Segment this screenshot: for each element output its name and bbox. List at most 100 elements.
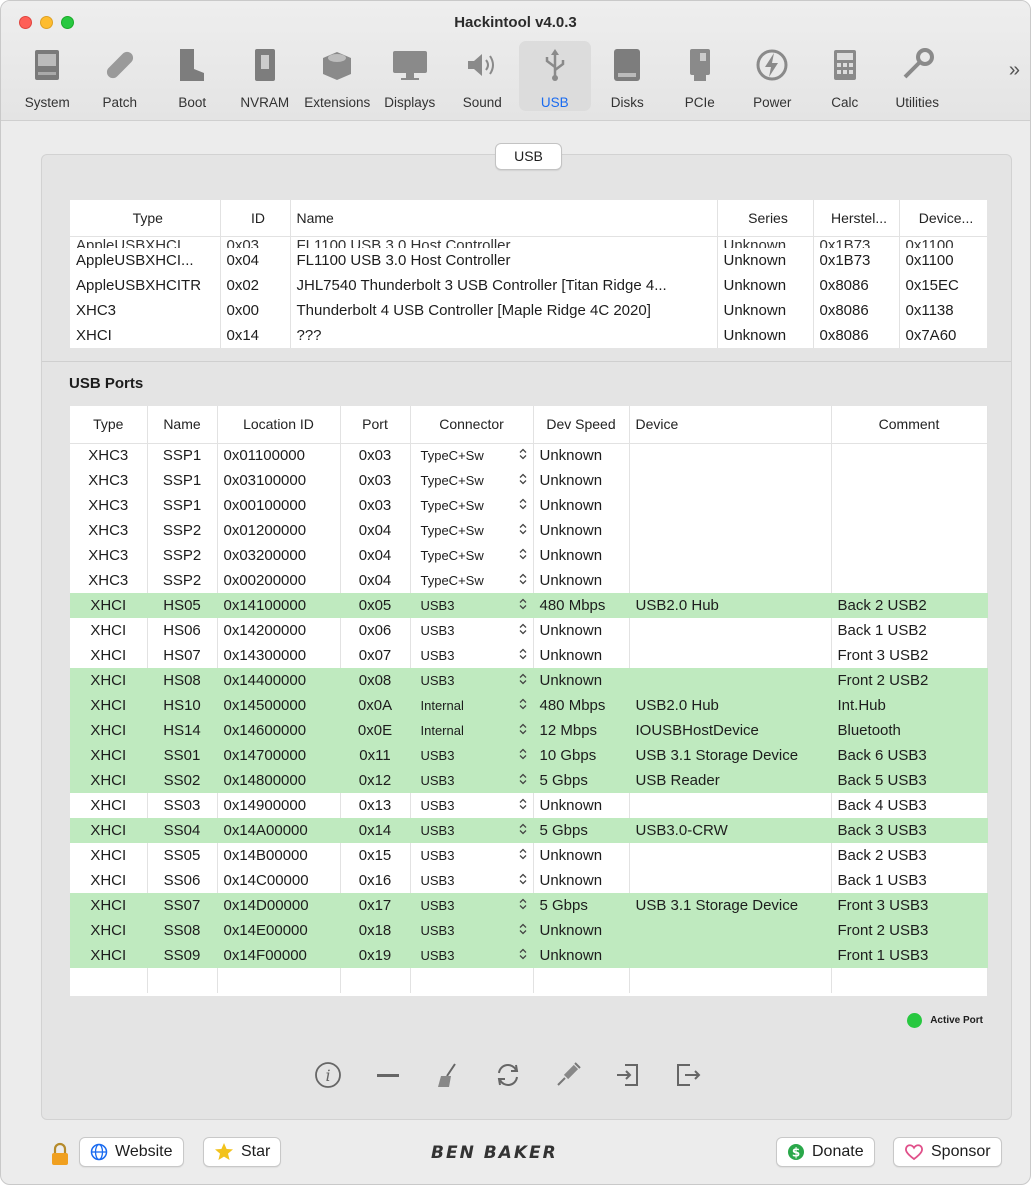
connector-select[interactable]: TypeC+Sw bbox=[410, 518, 534, 543]
connector-select[interactable]: USB3 bbox=[410, 818, 534, 843]
table-row[interactable]: XHC3 SSP2 0x03200000 0x04 TypeC+Sw Unknown bbox=[70, 543, 988, 568]
ports-column-header[interactable]: Comment bbox=[831, 406, 988, 444]
controllers-column-header[interactable]: Herstel... bbox=[813, 200, 900, 237]
sponsor-button[interactable]: Sponsor bbox=[893, 1137, 1002, 1167]
connector-select[interactable]: TypeC+Sw bbox=[410, 543, 534, 568]
connector-select[interactable]: USB3 bbox=[410, 793, 534, 818]
connector-select[interactable]: Internal bbox=[410, 718, 534, 743]
table-cell: SS05 bbox=[147, 843, 218, 868]
table-row[interactable]: XHCI SS01 0x14700000 0x11 USB3 10 Gbps USB 3.1… bbox=[70, 743, 988, 768]
injector-icon[interactable] bbox=[548, 1055, 588, 1095]
toolbar-item-patch[interactable]: Patch bbox=[84, 41, 157, 111]
table-row[interactable]: AppleUSBXHCI... 0x03 FL1100 USB 3.0 Host C… bbox=[70, 236, 987, 248]
connector-select[interactable]: TypeC+Sw bbox=[410, 468, 534, 493]
table-cell: IOUSBHostDevice bbox=[629, 718, 832, 743]
info-icon[interactable]: i bbox=[308, 1055, 348, 1095]
refresh-icon[interactable] bbox=[488, 1055, 528, 1095]
table-row[interactable]: XHCI SS06 0x14C00000 0x16 USB3 Unknown Back 1 … bbox=[70, 868, 988, 893]
table-cell: XHCI bbox=[70, 668, 148, 693]
table-row[interactable]: XHCI 0x14??? Unknown 0x8086 0x7A60 bbox=[70, 323, 987, 348]
toolbar-item-displays[interactable]: Displays bbox=[374, 41, 447, 111]
lock-icon[interactable] bbox=[49, 1142, 71, 1171]
table-row[interactable]: XHCI SS04 0x14A00000 0x14 USB3 5 Gbps USB3.0-C… bbox=[70, 818, 988, 843]
connector-select[interactable]: Internal bbox=[410, 693, 534, 718]
table-row[interactable]: XHCI HS06 0x14200000 0x06 USB3 Unknown Back 1 … bbox=[70, 618, 988, 643]
ports-column-header[interactable]: Port bbox=[340, 406, 411, 444]
toolbar-item-utilities[interactable]: Utilities bbox=[881, 41, 954, 111]
table-row[interactable]: XHCI SS07 0x14D00000 0x17 USB3 5 Gbps USB 3.1 … bbox=[70, 893, 988, 918]
table-row[interactable]: XHCI HS14 0x14600000 0x0E Internal 12 Mbps IOU… bbox=[70, 718, 988, 743]
table-cell: SS04 bbox=[147, 818, 218, 843]
website-button[interactable]: Website bbox=[79, 1137, 184, 1167]
usb-tab[interactable]: USB bbox=[495, 143, 562, 170]
controllers-column-header[interactable]: ID bbox=[220, 200, 291, 237]
ports-column-header[interactable]: Device bbox=[629, 406, 832, 444]
table-row[interactable]: XHC3 SSP2 0x01200000 0x04 TypeC+Sw Unknown bbox=[70, 518, 988, 543]
export-icon[interactable] bbox=[668, 1055, 708, 1095]
connector-select[interactable]: USB3 bbox=[410, 943, 534, 968]
ports-column-header[interactable]: Name bbox=[147, 406, 218, 444]
table-row[interactable]: XHCI SS05 0x14B00000 0x15 USB3 Unknown Back 2 … bbox=[70, 843, 988, 868]
toolbar-item-calc[interactable]: Calc bbox=[809, 41, 882, 111]
connector-select[interactable]: USB3 bbox=[410, 893, 534, 918]
broom-icon[interactable] bbox=[428, 1055, 468, 1095]
table-row[interactable]: XHCI HS08 0x14400000 0x08 USB3 Unknown Front 2… bbox=[70, 668, 988, 693]
donate-button[interactable]: $ Donate bbox=[776, 1137, 875, 1167]
controllers-column-header[interactable]: Type bbox=[70, 200, 221, 237]
connector-select[interactable]: TypeC+Sw bbox=[410, 443, 534, 468]
table-row[interactable]: XHCI HS05 0x14100000 0x05 USB3 480 Mbps USB2.0… bbox=[70, 593, 988, 618]
connector-select[interactable]: TypeC+Sw bbox=[410, 493, 534, 518]
table-cell: 0x14B00000 bbox=[217, 843, 341, 868]
connector-select[interactable]: USB3 bbox=[410, 918, 534, 943]
table-row[interactable]: XHC3 SSP1 0x03100000 0x03 TypeC+Sw Unknown bbox=[70, 468, 988, 493]
table-row[interactable]: XHCI HS10 0x14500000 0x0A Internal 480 Mbps US… bbox=[70, 693, 988, 718]
table-cell bbox=[147, 968, 218, 993]
connector-select[interactable]: USB3 bbox=[410, 618, 534, 643]
connector-select[interactable]: USB3 bbox=[410, 643, 534, 668]
disks-icon bbox=[607, 47, 647, 83]
toolbar-item-power[interactable]: Power bbox=[736, 41, 809, 111]
table-row[interactable]: XHC3 0x00 Thunderbolt 4 USB Controller [Ma… bbox=[70, 298, 987, 323]
toolbar-item-nvram[interactable]: NVRAM bbox=[229, 41, 302, 111]
toolbar-overflow-button[interactable]: » bbox=[1009, 59, 1020, 82]
table-row[interactable]: XHC3 SSP1 0x01100000 0x03 TypeC+Sw Unknown bbox=[70, 443, 988, 468]
minus-icon[interactable] bbox=[368, 1055, 408, 1095]
controllers-column-header[interactable]: Device... bbox=[899, 200, 987, 237]
ports-column-header[interactable]: Dev Speed bbox=[533, 406, 630, 444]
ports-column-header[interactable]: Location ID bbox=[217, 406, 341, 444]
usb-panel: USB Type ID Name Series Herstel... Device... … bbox=[41, 143, 1012, 1120]
toolbar-item-disks[interactable]: Disks bbox=[591, 41, 664, 111]
connector-select[interactable]: USB3 bbox=[410, 668, 534, 693]
toolbar-item-sound[interactable]: Sound bbox=[446, 41, 519, 111]
table-row[interactable]: XHC3 SSP1 0x00100000 0x03 TypeC+Sw Unknown bbox=[70, 493, 988, 518]
connector-select[interactable]: USB3 bbox=[410, 743, 534, 768]
connector-select[interactable]: USB3 bbox=[410, 868, 534, 893]
table-row[interactable]: AppleUSBXHCITR 0x02 JHL7540 Thunderbolt 3 … bbox=[70, 273, 987, 298]
table-row[interactable]: XHCI HS07 0x14300000 0x07 USB3 Unknown Front 3… bbox=[70, 643, 988, 668]
connector-select[interactable]: USB3 bbox=[410, 843, 534, 868]
toolbar-item-boot[interactable]: Boot bbox=[156, 41, 229, 111]
table-row[interactable]: AppleUSBXHCI... 0x04 FL1100 USB 3.0 Host C… bbox=[70, 248, 987, 273]
toolbar-item-system[interactable]: System bbox=[11, 41, 84, 111]
toolbar-item-extensions[interactable]: Extensions bbox=[301, 41, 374, 111]
table-row[interactable]: XHCI SS03 0x14900000 0x13 USB3 Unknown Back 4 … bbox=[70, 793, 988, 818]
table-cell: Unknown bbox=[533, 543, 630, 568]
usb-ports-table[interactable]: Type Name Location ID Port Connector Dev Spee… bbox=[70, 406, 988, 996]
controllers-column-header[interactable]: Series bbox=[717, 200, 814, 237]
ports-column-header[interactable]: Connector bbox=[410, 406, 534, 444]
toolbar-item-pcie[interactable]: PCIe bbox=[664, 41, 737, 111]
star-button[interactable]: Star bbox=[203, 1137, 282, 1167]
import-icon[interactable] bbox=[608, 1055, 648, 1095]
toolbar-item-label: NVRAM bbox=[240, 95, 290, 110]
table-row[interactable]: XHC3 SSP2 0x00200000 0x04 TypeC+Sw Unknown bbox=[70, 568, 988, 593]
connector-select[interactable]: TypeC+Sw bbox=[410, 568, 534, 593]
controllers-table[interactable]: Type ID Name Series Herstel... Device... Appl… bbox=[70, 200, 987, 348]
table-row[interactable]: XHCI SS09 0x14F00000 0x19 USB3 Unknown Front 1… bbox=[70, 943, 988, 968]
controllers-column-header[interactable]: Name bbox=[290, 200, 718, 237]
ports-column-header[interactable]: Type bbox=[70, 406, 148, 444]
table-row[interactable]: XHCI SS02 0x14800000 0x12 USB3 5 Gbps USB Read… bbox=[70, 768, 988, 793]
connector-select[interactable]: USB3 bbox=[410, 593, 534, 618]
toolbar-item-usb[interactable]: USB bbox=[518, 41, 591, 111]
connector-select[interactable]: USB3 bbox=[410, 768, 534, 793]
table-row[interactable]: XHCI SS08 0x14E00000 0x18 USB3 Unknown Front 2… bbox=[70, 918, 988, 943]
